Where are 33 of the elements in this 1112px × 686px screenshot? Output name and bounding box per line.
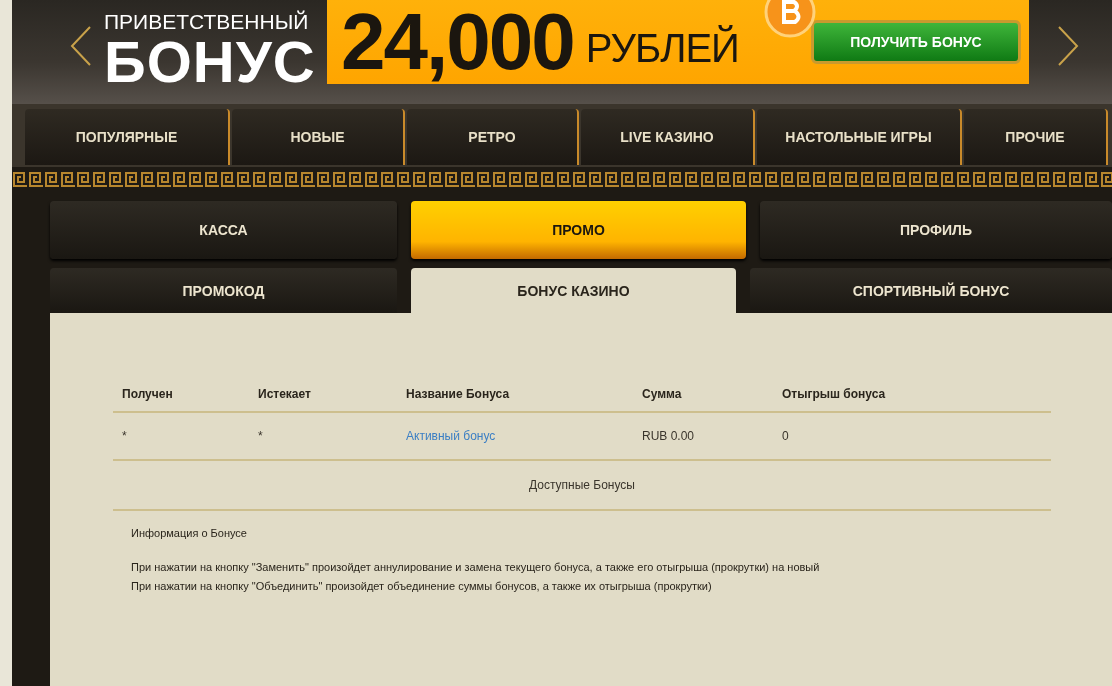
category-tab[interactable]: ПРОЧИЕ bbox=[964, 109, 1108, 165]
info-text: При нажатии на кнопку "Объединить" произойдет объединение суммы бонусов, а также их отыгрыша (прокрутки) bbox=[131, 579, 713, 594]
table-cell: 0 bbox=[782, 429, 789, 443]
column-header: Истекает bbox=[258, 387, 312, 401]
table-cell-text: * bbox=[258, 429, 264, 443]
bonus-amount: 24,000 bbox=[341, 0, 574, 84]
info-title: Информация о Бонусе bbox=[131, 527, 248, 539]
chevron-left-icon[interactable] bbox=[70, 26, 92, 66]
column-header: Сумма bbox=[642, 387, 683, 401]
info-text: При нажатии на кнопку "Заменить" произойдет аннулирование и замена текущего бонуса, а также его отыгрыша (прокрутки) на новый bbox=[131, 560, 821, 575]
get-bonus-button[interactable]: ПОЛУЧИТЬ БОНУС bbox=[811, 20, 1021, 64]
bonus-tab[interactable]: БОНУС КАЗИНО bbox=[411, 268, 736, 313]
column-header: Получен bbox=[122, 387, 174, 401]
chevron-right-icon[interactable] bbox=[1057, 26, 1079, 66]
coin-icon bbox=[764, 0, 816, 40]
column-header: Название Бонуса bbox=[406, 387, 511, 401]
table-cell-text: RUB 0.00 bbox=[642, 429, 696, 443]
section-tab[interactable]: ПРОМО bbox=[411, 201, 746, 259]
category-tab[interactable]: LIVE КАЗИНО bbox=[581, 109, 755, 165]
category-tab[interactable]: ПОПУЛЯРНЫЕ bbox=[25, 109, 230, 165]
bonus-tab[interactable]: СПОРТИВНЫЙ БОНУС bbox=[750, 268, 1112, 313]
table-cell-text: * bbox=[122, 429, 128, 443]
category-tab[interactable]: НАСТОЛЬНЫЕ ИГРЫ bbox=[757, 109, 962, 165]
banner-title: БОНУС bbox=[104, 34, 317, 90]
section-tab[interactable]: ПРОФИЛЬ bbox=[760, 201, 1112, 259]
column-header: Отыгрыш бонуса bbox=[782, 387, 886, 401]
category-tab[interactable]: РЕТРО bbox=[407, 109, 579, 165]
banner-subtitle: ПРИВЕТСТВЕННЫЙ bbox=[104, 10, 310, 34]
category-tab[interactable]: НОВЫЕ bbox=[232, 109, 405, 165]
currency-label: РУБЛЕЙ bbox=[585, 25, 739, 71]
available-bonuses-label: Доступные Бонусы bbox=[529, 478, 635, 492]
bonus-tab[interactable]: ПРОМОКОД bbox=[50, 268, 397, 313]
section-tab[interactable]: КАССА bbox=[50, 201, 397, 259]
